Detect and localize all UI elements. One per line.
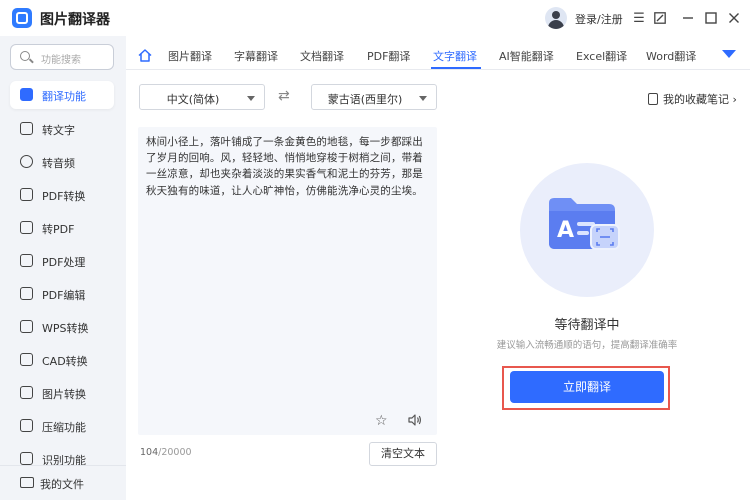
tab-image-translate[interactable]: 图片翻译 <box>168 48 212 64</box>
source-text-input[interactable]: 林间小径上，落叶铺成了一条金黄色的地毯，每一步都踩出了岁月的回响。风，轻轻地、悄… <box>138 127 437 435</box>
pdf-process-icon <box>20 254 33 267</box>
sidebar-item-compress[interactable]: 压缩功能 <box>10 412 114 440</box>
pdf-edit-icon <box>20 287 33 300</box>
tab-text-translate[interactable]: 文字翻译 <box>433 48 477 64</box>
shrink-icon[interactable] <box>651 9 669 27</box>
recognize-icon <box>20 452 33 465</box>
app-logo-icon <box>12 8 32 28</box>
translation-hint: 建议输入流畅通顺的语句，提高翻译准确率 <box>496 340 678 351</box>
more-tabs-icon[interactable] <box>722 50 736 58</box>
sidebar-item-label: 转PDF <box>42 223 75 236</box>
sidebar-item-to-audio[interactable]: 转音频 <box>10 148 114 176</box>
swap-languages-icon[interactable]: ⇄ <box>278 88 290 104</box>
sidebar-item-label: 转音频 <box>42 157 75 170</box>
target-language-select[interactable]: 蒙古语(西里尔) <box>311 84 437 110</box>
home-icon[interactable] <box>138 49 152 62</box>
sidebar-item-to-text[interactable]: 转文字 <box>10 115 114 143</box>
text-icon <box>20 122 33 135</box>
app-title: 图片翻译器 <box>40 12 110 28</box>
sidebar-item-translate[interactable]: 翻译功能 <box>10 81 114 109</box>
speaker-icon[interactable] <box>408 414 422 426</box>
tab-document-translate[interactable]: 文档翻译 <box>300 48 344 64</box>
search-icon <box>20 51 30 61</box>
tabs-divider <box>126 69 750 70</box>
chevron-down-icon <box>419 96 427 101</box>
favorites-notes-link[interactable]: 我的收藏笔记 › <box>648 91 737 107</box>
source-language-value: 中文(简体) <box>166 93 220 106</box>
title-bar: 图片翻译器 登录/注册 ☰ <box>0 0 750 36</box>
sidebar-item-label: 识别功能 <box>42 454 86 465</box>
sidebar-item-label: CAD转换 <box>42 355 88 368</box>
menu-icon[interactable]: ☰ <box>630 9 648 27</box>
sidebar-item-label: WPS转换 <box>42 322 89 335</box>
clear-text-button[interactable]: 清空文本 <box>369 442 437 466</box>
waiting-illustration: A <box>520 163 654 297</box>
sidebar-item-label: 压缩功能 <box>42 421 86 434</box>
character-count-max: /20000 <box>158 447 192 458</box>
chevron-down-icon <box>247 96 255 101</box>
sidebar-item-pdf-edit[interactable]: PDF编辑 <box>10 280 114 308</box>
close-icon[interactable] <box>725 9 743 27</box>
minimize-icon[interactable] <box>679 9 697 27</box>
target-language-value: 蒙古语(西里尔) <box>327 93 403 106</box>
character-count-value: 104 <box>140 447 159 458</box>
user-avatar[interactable] <box>545 7 567 29</box>
sidebar-item-wps-convert[interactable]: WPS转换 <box>10 313 114 341</box>
function-search-input[interactable]: 功能搜索 <box>10 44 114 70</box>
pdf-convert-icon <box>20 188 33 201</box>
source-text[interactable]: 林间小径上，落叶铺成了一条金黄色的地毯，每一步都踩出了岁月的回响。风，轻轻地、悄… <box>146 134 432 199</box>
svg-text:A: A <box>557 218 574 243</box>
sidebar-item-label: PDF转换 <box>42 190 86 203</box>
tab-subtitle-translate[interactable]: 字幕翻译 <box>234 48 278 64</box>
sidebar-item-label: 翻译功能 <box>42 90 86 103</box>
sidebar-item-label: PDF编辑 <box>42 289 86 302</box>
sidebar-item-recognize[interactable]: 识别功能 <box>10 445 114 465</box>
sidebar-item-label: 转文字 <box>42 124 75 137</box>
chevron-right-icon: › <box>732 93 737 106</box>
waiting-title: 等待翻译中 <box>554 318 620 333</box>
audio-icon <box>20 155 33 168</box>
tab-excel-translate[interactable]: Excel翻译 <box>576 48 627 64</box>
sidebar-item-pdf-process[interactable]: PDF处理 <box>10 247 114 275</box>
sidebar-item-label: PDF处理 <box>42 256 86 269</box>
search-placeholder: 功能搜索 <box>41 55 81 66</box>
sidebar-item-image-convert[interactable]: 图片转换 <box>10 379 114 407</box>
notebook-icon <box>648 93 658 105</box>
tab-pdf-translate[interactable]: PDF翻译 <box>367 48 410 64</box>
tab-word-translate[interactable]: Word翻译 <box>646 48 696 64</box>
my-files-label: 我的文件 <box>40 478 84 491</box>
translate-icon <box>20 88 33 101</box>
character-count: 104/20000 <box>140 447 192 458</box>
compress-icon <box>20 419 33 432</box>
sidebar-item-cad-convert[interactable]: CAD转换 <box>10 346 114 374</box>
star-icon[interactable]: ☆ <box>375 413 388 429</box>
sidebar: 功能搜索 翻译功能 转文字 转音频 PDF转换 转PDF PDF处理 PDF编辑… <box>0 36 126 500</box>
tab-ai-translate[interactable]: AI智能翻译 <box>499 48 554 64</box>
maximize-icon[interactable] <box>702 9 720 27</box>
source-language-select[interactable]: 中文(简体) <box>139 84 265 110</box>
image-icon <box>20 386 33 399</box>
my-files-button[interactable]: 我的文件 <box>0 465 126 500</box>
translate-now-button[interactable]: 立即翻译 <box>510 371 664 403</box>
to-pdf-icon <box>20 221 33 234</box>
main-panel: 图片翻译 字幕翻译 文档翻译 PDF翻译 文字翻译 AI智能翻译 Excel翻译… <box>126 36 750 500</box>
wps-icon <box>20 320 33 333</box>
login-button[interactable]: 登录/注册 <box>575 11 623 27</box>
cad-icon <box>20 353 33 366</box>
sidebar-item-pdf-convert[interactable]: PDF转换 <box>10 181 114 209</box>
translate-folder-icon: A <box>549 198 620 250</box>
sidebar-item-to-pdf[interactable]: 转PDF <box>10 214 114 242</box>
sidebar-item-label: 图片转换 <box>42 388 86 401</box>
folder-icon <box>20 477 34 488</box>
favorites-label: 我的收藏笔记 <box>663 93 729 106</box>
